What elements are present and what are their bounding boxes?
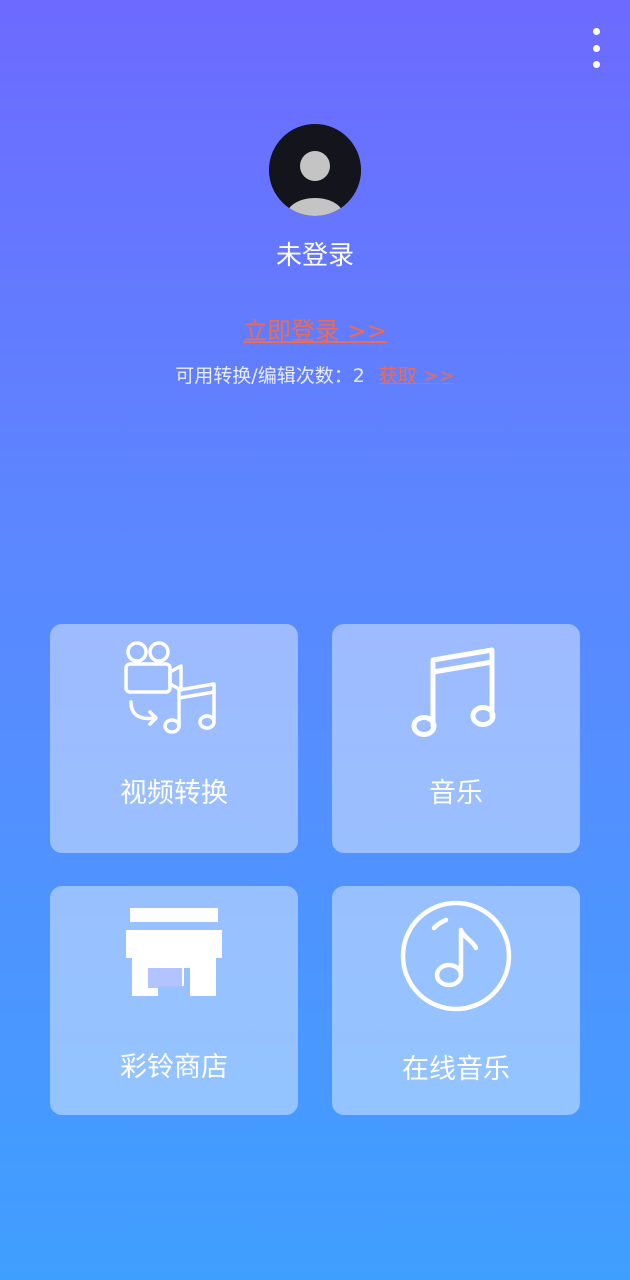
online-music-label: 在线音乐 — [402, 1054, 510, 1085]
music-card[interactable]: 音乐 — [332, 624, 580, 853]
music-note-icon — [332, 634, 580, 746]
video-convert-card[interactable]: 视频转换 — [50, 624, 298, 853]
get-quota-link[interactable]: 获取 >> — [379, 365, 455, 387]
quota-row: 可用转换/编辑次数：2 获取 >> — [0, 362, 630, 390]
ringtone-store-label: 彩铃商店 — [120, 1052, 228, 1083]
profile-section: 未登录 立即登录 >> 可用转换/编辑次数：2 获取 >> — [0, 124, 630, 390]
online-music-card[interactable]: 在线音乐 — [332, 886, 580, 1115]
quota-label: 可用转换/编辑次数：2 — [175, 365, 365, 387]
video-to-music-icon — [50, 634, 298, 746]
video-convert-label: 视频转换 — [120, 778, 228, 809]
ringtone-store-card[interactable]: 彩铃商店 — [50, 886, 298, 1115]
login-link[interactable]: 立即登录 >> — [243, 314, 387, 348]
username-label: 未登录 — [275, 241, 354, 271]
music-label: 音乐 — [429, 778, 483, 809]
user-avatar-icon[interactable] — [269, 124, 361, 216]
more-vertical-icon[interactable] — [586, 28, 606, 68]
store-icon — [50, 896, 298, 1008]
online-music-icon — [332, 900, 580, 1012]
